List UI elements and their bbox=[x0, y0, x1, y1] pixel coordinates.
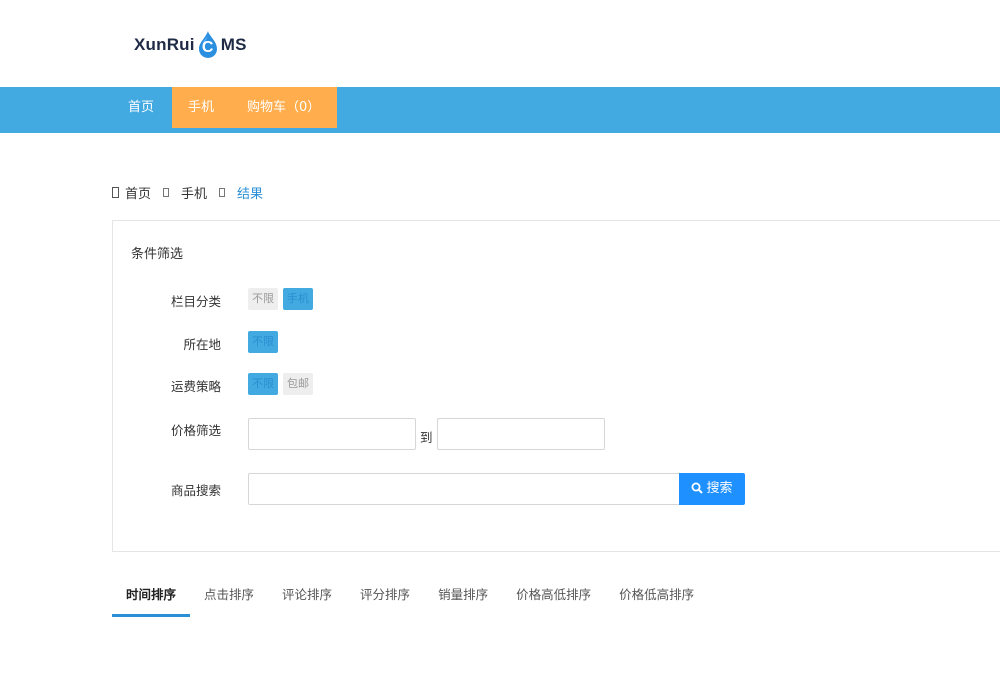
filter-title: 条件筛选 bbox=[131, 247, 184, 262]
breadcrumb-home[interactable]: 首页 bbox=[125, 183, 151, 202]
search-button[interactable]: 搜索 bbox=[679, 473, 745, 505]
tab-sort-sales[interactable]: 销量排序 bbox=[424, 580, 502, 617]
breadcrumb-category[interactable]: 手机 bbox=[181, 183, 207, 202]
location-label: 所在地 bbox=[183, 337, 221, 352]
home-icon bbox=[112, 186, 119, 198]
shipping-label: 运费策略 bbox=[170, 379, 221, 394]
tab-sort-time[interactable]: 时间排序 bbox=[112, 580, 191, 617]
breadcrumb: 首页 手机 结果 bbox=[112, 183, 264, 202]
site-logo[interactable]: XunRui C MS bbox=[134, 30, 247, 60]
nav-item-cart[interactable]: 购物车（0） bbox=[231, 87, 336, 128]
filter-panel: 条件筛选 栏目分类 不限 手机 所在地 不限 运费策略 不限 包邮 价格筛选 到… bbox=[112, 220, 1000, 552]
logo-suffix: MS bbox=[220, 35, 247, 54]
shipping-option-free[interactable]: 包邮 bbox=[283, 373, 313, 395]
product-search-input[interactable] bbox=[248, 473, 680, 505]
tab-sort-clicks[interactable]: 点击排序 bbox=[190, 580, 268, 617]
chevron-right-icon bbox=[163, 187, 170, 197]
chevron-right-icon bbox=[219, 187, 226, 197]
shipping-option-any[interactable]: 不限 bbox=[248, 373, 278, 395]
sort-tabs: 时间排序 点击排序 评论排序 评分排序 销量排序 价格高低排序 价格低高排序 bbox=[112, 580, 708, 617]
tab-sort-rating[interactable]: 评分排序 bbox=[346, 580, 424, 617]
main-nav: 首页 手机 购物车（0） bbox=[0, 87, 1000, 133]
tab-sort-comments[interactable]: 评论排序 bbox=[268, 580, 346, 617]
search-label: 商品搜索 bbox=[170, 483, 221, 498]
price-max-input[interactable] bbox=[437, 418, 605, 450]
price-label: 价格筛选 bbox=[170, 423, 221, 438]
search-icon bbox=[691, 482, 704, 494]
logo-drop-letter: C bbox=[201, 39, 214, 56]
price-min-input[interactable] bbox=[248, 418, 416, 450]
category-label: 栏目分类 bbox=[170, 294, 221, 309]
flame-drop-icon: C bbox=[196, 30, 220, 60]
nav-item-home[interactable]: 首页 bbox=[112, 87, 170, 128]
category-option-phone[interactable]: 手机 bbox=[283, 288, 313, 310]
category-option-any[interactable]: 不限 bbox=[248, 288, 278, 310]
price-to-label: 到 bbox=[420, 430, 433, 445]
breadcrumb-current: 结果 bbox=[237, 186, 264, 202]
tab-sort-price-asc[interactable]: 价格低高排序 bbox=[605, 580, 708, 617]
logo-prefix: XunRui bbox=[134, 35, 195, 54]
search-button-label: 搜索 bbox=[706, 481, 733, 496]
location-option-any[interactable]: 不限 bbox=[248, 331, 278, 353]
tab-sort-price-desc[interactable]: 价格高低排序 bbox=[502, 580, 605, 617]
nav-item-phone[interactable]: 手机 bbox=[172, 87, 230, 128]
header: XunRui C MS bbox=[0, 0, 1000, 87]
